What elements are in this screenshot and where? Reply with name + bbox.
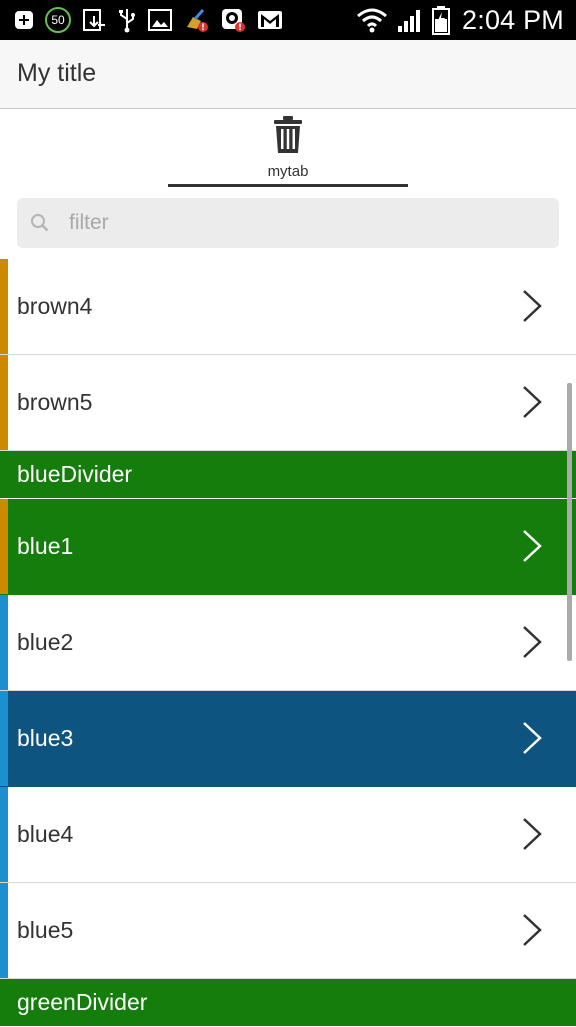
download-icon <box>83 9 105 31</box>
chevron-right-icon <box>523 722 542 754</box>
list-item-label: blue1 <box>17 533 74 559</box>
scrollbar[interactable] <box>567 383 572 661</box>
tab-mytab[interactable]: mytab <box>168 110 408 187</box>
app-alert-icon <box>222 9 245 32</box>
list-divider: blueDivider <box>0 451 576 499</box>
image-icon <box>148 9 172 31</box>
usb-icon <box>119 9 135 33</box>
filter-input[interactable] <box>65 206 543 240</box>
color-bar <box>0 691 8 786</box>
trash-icon <box>274 116 302 153</box>
list-item[interactable]: blue3 <box>0 691 576 787</box>
battery-icon <box>432 6 451 35</box>
list-item-label: blue4 <box>17 821 74 847</box>
battery-circle-icon: 50 <box>45 7 71 33</box>
signal-icon <box>398 10 421 32</box>
list-item[interactable]: brown5 <box>0 355 576 451</box>
wifi-icon <box>357 8 388 33</box>
gmail-icon <box>258 11 282 29</box>
search-icon <box>31 214 49 232</box>
divider-label: blueDivider <box>17 461 133 487</box>
list-item[interactable]: blue5 <box>0 883 576 979</box>
tab-active-indicator <box>168 184 408 187</box>
list-item-label: blue2 <box>17 629 74 655</box>
item-list: brown4 brown5 blueDivider blue1 blue2 bl… <box>0 259 576 1027</box>
list-item-label: brown4 <box>17 293 93 319</box>
page-title: My title <box>17 59 97 87</box>
chevron-right-icon <box>523 386 542 418</box>
color-bar <box>0 883 8 978</box>
app-header: My title <box>0 40 576 109</box>
add-icon <box>15 11 33 29</box>
chevron-right-icon <box>523 818 542 850</box>
divider-label: greenDivider <box>17 989 148 1015</box>
list-item[interactable]: blue4 <box>0 787 576 883</box>
tab-bar: mytab <box>0 110 576 298</box>
filter-box <box>17 198 559 248</box>
list-item[interactable]: brown4 <box>0 259 576 355</box>
chevron-right-icon <box>523 290 542 322</box>
list-divider: greenDivider <box>0 979 576 1027</box>
status-bar: 50 2:04 PM <box>0 0 576 40</box>
status-icons-right: 2:04 PM <box>356 4 564 36</box>
status-icons-left: 50 <box>14 6 283 34</box>
chevron-right-icon <box>523 914 542 946</box>
tab-label: mytab <box>267 163 309 180</box>
chevron-right-icon <box>523 626 542 658</box>
color-bar <box>0 499 8 594</box>
list-item[interactable]: blue1 <box>0 499 576 595</box>
color-bar <box>0 595 8 690</box>
chevron-right-icon <box>523 530 542 562</box>
list-item-label: brown5 <box>17 389 93 415</box>
color-bar <box>0 355 8 450</box>
list-item-label: blue5 <box>17 917 74 943</box>
color-bar <box>0 787 8 882</box>
color-bar <box>0 259 8 354</box>
list-item[interactable]: blue2 <box>0 595 576 691</box>
list-item-label: blue3 <box>17 725 74 751</box>
status-time: 2:04 PM <box>462 4 564 35</box>
cleaner-alert-icon <box>187 9 208 32</box>
